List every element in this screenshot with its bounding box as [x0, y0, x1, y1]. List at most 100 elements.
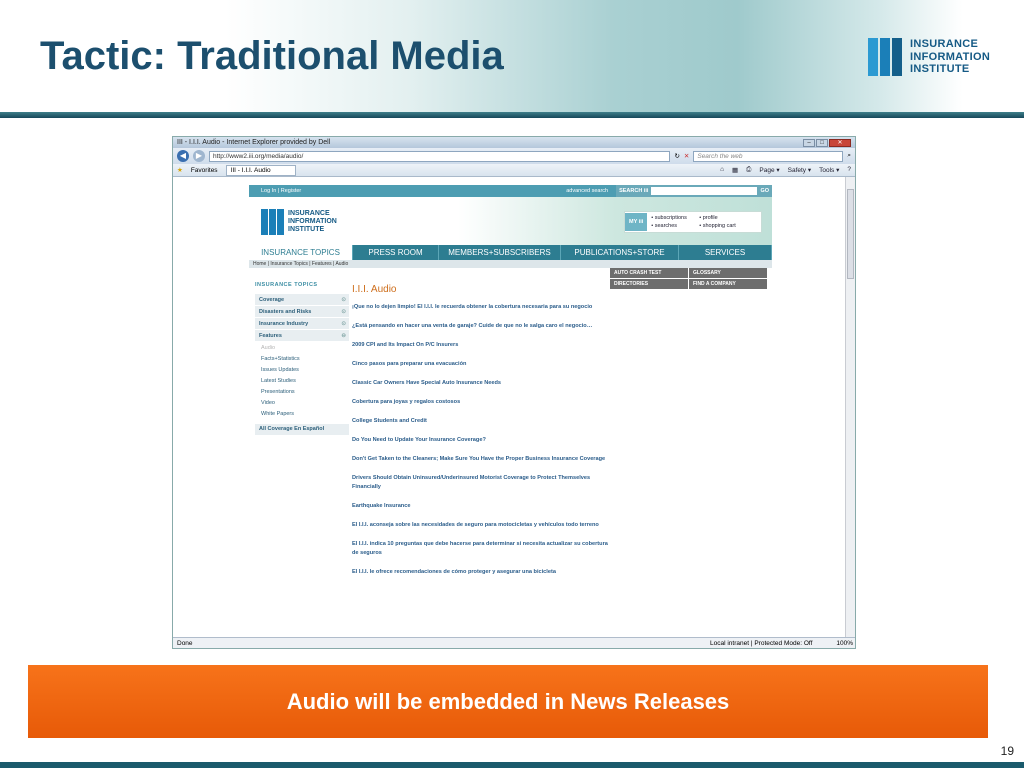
audio-link[interactable]: Cobertura para joyas y regalos costosos [352, 398, 608, 407]
sidebar-sub-video[interactable]: Video [261, 400, 349, 411]
tools-menu[interactable]: Tools ▾ [819, 166, 839, 174]
nav-press-room[interactable]: PRESS ROOM [353, 245, 439, 260]
feeds-icon[interactable]: ▦ [732, 166, 738, 174]
maximize-icon[interactable]: □ [816, 138, 828, 147]
sidebar-item-label: Insurance Industry [259, 320, 309, 327]
searches-link[interactable]: • searches [651, 223, 699, 229]
browser-tab[interactable]: III - I.I.I. Audio [225, 164, 296, 176]
collapse-icon: ⊖ [341, 332, 346, 339]
audio-link[interactable]: 2009 CPI and Its Impact On P/C Insurers [352, 341, 608, 350]
site-banner: INSURANCE INFORMATION INSTITUTE MY iii •… [249, 197, 772, 245]
sidebar-item-disasters[interactable]: Disasters and Risks ⊙ [255, 306, 349, 318]
slide-title: Tactic: Traditional Media [40, 34, 504, 78]
find-a-company-link[interactable]: FIND A COMPANY [689, 279, 767, 289]
sidebar-item-features[interactable]: Features ⊖ [255, 330, 349, 342]
audio-link[interactable]: Do You Need to Update Your Insurance Cov… [352, 436, 608, 445]
site-search-go-button[interactable]: GO [760, 188, 769, 194]
my-iii-label: MY iii [625, 213, 648, 231]
site-body: INSURANCE TOPICS Coverage ⊙ Disasters and… [249, 268, 772, 648]
sidebar-espanol[interactable]: All Coverage En Español [255, 424, 349, 435]
quick-links: AUTO CRASH TEST GLOSSARY DIRECTORIES FIN… [610, 268, 767, 290]
favorites-star-icon[interactable]: ★ [177, 166, 183, 174]
page-menu[interactable]: Page ▾ [759, 166, 779, 174]
audio-link[interactable]: Classic Car Owners Have Special Auto Ins… [352, 379, 608, 388]
subscriptions-link[interactable]: • subscriptions [651, 215, 699, 221]
site-logo-mark-icon [261, 209, 284, 235]
audio-link[interactable]: Don't Get Taken to the Cleaners; Make Su… [352, 455, 608, 464]
back-icon[interactable]: ◀ [177, 150, 189, 162]
login-register-link[interactable]: Log In | Register [261, 188, 301, 194]
iii-logo-mark-icon [868, 38, 902, 76]
logo-line-1: INSURANCE [910, 38, 979, 51]
chevron-icon: ⊙ [341, 320, 346, 327]
glossary-link[interactable]: GLOSSARY [689, 268, 767, 278]
website: Log In | Register advanced search SEARCH… [249, 185, 772, 648]
sidebar-sub-presentations[interactable]: Presentations [261, 389, 349, 400]
content-heading: I.I.I. Audio [352, 284, 397, 295]
close-icon[interactable]: ✕ [829, 138, 851, 147]
favorites-button[interactable]: Favorites [191, 167, 218, 174]
audio-link[interactable]: El I.I.I. aconseja sobre las necesidades… [352, 521, 608, 530]
slide-header: Tactic: Traditional Media INSURANCE INFO… [0, 0, 1024, 118]
sidebar-item-label: Disasters and Risks [259, 308, 312, 315]
audio-link[interactable]: El I.I.I. le ofrece recomendaciones de c… [352, 568, 608, 577]
stop-icon[interactable]: ✕ [684, 152, 689, 160]
audio-link[interactable]: ¿Está pensando en hacer una venta de gar… [352, 322, 608, 331]
sidebar-sub-studies[interactable]: Latest Studies [261, 378, 349, 389]
nav-insurance-topics[interactable]: INSURANCE TOPICS [249, 245, 353, 260]
sidebar-sub-issues[interactable]: Issues Updates [261, 367, 349, 378]
site-logo-line-1: INSURANCE [288, 210, 330, 217]
iii-logo-text: INSURANCE INFORMATION INSTITUTE [910, 38, 990, 76]
audio-link[interactable]: El I.I.I. indica 10 preguntas que debe h… [352, 540, 608, 558]
sidebar-sub-white-papers[interactable]: White Papers [261, 411, 349, 422]
profile-link[interactable]: • profile [699, 215, 759, 221]
vertical-scrollbar[interactable] [845, 177, 855, 639]
minimize-icon[interactable]: – [803, 138, 815, 147]
logo-line-3: INSTITUTE [910, 63, 970, 76]
site-logo-line-2: INFORMATION [288, 218, 337, 225]
audio-link[interactable]: ¡Que no lo dejen limpio! El I.I.I. le re… [352, 303, 608, 312]
nav-publications-store[interactable]: PUBLICATIONS+STORE [561, 245, 679, 260]
audio-link[interactable]: Cinco pasos para preparar una evacuación [352, 360, 608, 369]
sidebar-item-coverage[interactable]: Coverage ⊙ [255, 294, 349, 306]
site-logo[interactable]: INSURANCE INFORMATION INSTITUTE [261, 209, 337, 235]
command-bar: ⌂ ▦ ⎙ Page ▾ Safety ▾ Tools ▾ ? [720, 166, 851, 174]
sidebar-sub-facts[interactable]: Facts+Statistics [261, 356, 349, 367]
shopping-cart-link[interactable]: • shopping cart [699, 223, 759, 229]
print-icon[interactable]: ⎙ [746, 166, 751, 174]
site-logo-line-3: INSTITUTE [288, 226, 325, 233]
forward-icon[interactable]: ▶ [193, 150, 205, 162]
nav-services[interactable]: SERVICES [679, 245, 772, 260]
quick-links-row: AUTO CRASH TEST GLOSSARY [610, 268, 767, 278]
search-icon[interactable]: ⌕ [847, 152, 851, 160]
advanced-search-link[interactable]: advanced search [566, 188, 608, 194]
audio-link[interactable]: Drivers Should Obtain Uninsured/Underins… [352, 474, 608, 492]
browser-statusbar: Done Local intranet | Protected Mode: Of… [173, 637, 855, 648]
auto-crash-test-link[interactable]: AUTO CRASH TEST [610, 268, 688, 278]
audio-link[interactable]: Earthquake Insurance [352, 502, 608, 511]
refresh-icon[interactable]: ↻ [674, 152, 679, 160]
help-icon[interactable]: ? [847, 166, 851, 174]
sidebar-subitems: Audio Facts+Statistics Issues Updates La… [255, 342, 349, 422]
site-topbar: Log In | Register advanced search SEARCH… [249, 185, 772, 197]
home-icon[interactable]: ⌂ [720, 166, 724, 174]
web-search-input[interactable]: Search the web [693, 150, 844, 162]
browser-screenshot: III - I.I.I. Audio - Internet Explorer p… [172, 136, 856, 649]
breadcrumb[interactable]: Home | Insurance Topics | Features | Aud… [249, 260, 772, 268]
iii-logo: INSURANCE INFORMATION INSTITUTE [868, 38, 990, 76]
logo-line-2: INFORMATION [910, 50, 991, 63]
directories-link[interactable]: DIRECTORIES [610, 279, 688, 289]
zoom-level[interactable]: 100% [836, 640, 853, 647]
page-number: 19 [1000, 744, 1014, 758]
scrollbar-thumb[interactable] [847, 189, 854, 279]
site-search-input[interactable] [651, 187, 758, 195]
browser-viewport: Log In | Register advanced search SEARCH… [173, 177, 847, 639]
sidebar: INSURANCE TOPICS Coverage ⊙ Disasters and… [255, 282, 349, 435]
audio-link[interactable]: College Students and Credit [352, 417, 608, 426]
window-title: III - I.I.I. Audio - Internet Explorer p… [177, 139, 331, 146]
url-field[interactable]: http://www2.iii.org/media/audio/ [209, 150, 671, 162]
sidebar-item-industry[interactable]: Insurance Industry ⊙ [255, 318, 349, 330]
safety-menu[interactable]: Safety ▾ [788, 166, 812, 174]
nav-members-subscribers[interactable]: MEMBERS+SUBSCRIBERS [439, 245, 561, 260]
sidebar-sub-audio[interactable]: Audio [261, 345, 349, 356]
